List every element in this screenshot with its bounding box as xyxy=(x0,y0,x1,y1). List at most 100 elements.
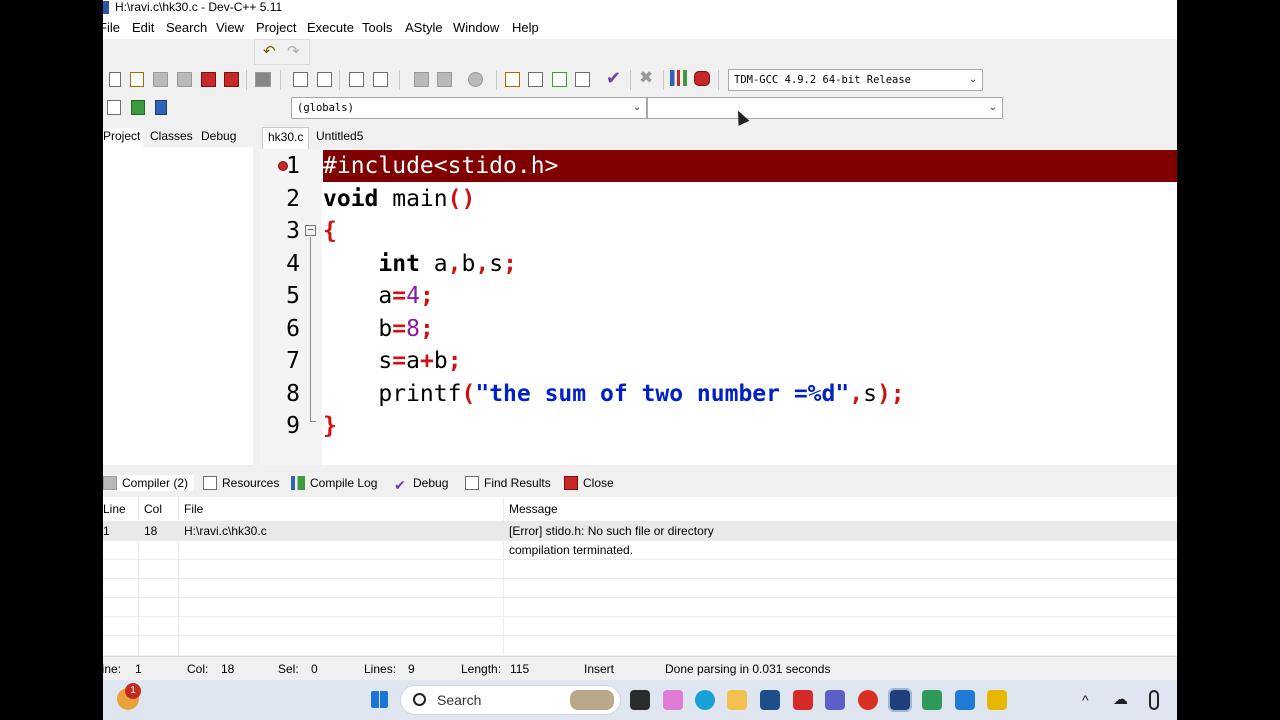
new-project-icon[interactable] xyxy=(505,72,520,87)
column-header-line[interactable]: Line xyxy=(103,501,126,517)
status-sel-label: Sel: xyxy=(278,662,299,676)
taskbar-search[interactable]: Search xyxy=(400,685,621,715)
copilot-icon[interactable] xyxy=(663,690,683,710)
tab-compiler[interactable]: Compiler (2) xyxy=(103,475,195,491)
chevron-down-icon: ⌄ xyxy=(632,102,642,113)
project-browser[interactable] xyxy=(103,147,253,465)
code-line[interactable]: { xyxy=(323,215,1177,247)
column-header-col[interactable]: Col xyxy=(144,501,162,517)
tab-debug-output[interactable]: ✔ Debug xyxy=(394,475,448,492)
snipping-tool-icon[interactable] xyxy=(987,690,1007,710)
tab-hk30-c[interactable]: hk30.c xyxy=(262,127,310,149)
teams-icon[interactable] xyxy=(825,690,845,710)
tile-icon[interactable] xyxy=(575,72,590,87)
menu-help[interactable]: Help xyxy=(512,20,539,36)
toggle-comment-icon[interactable] xyxy=(468,72,483,87)
status-line: 1 xyxy=(135,662,142,676)
code-line[interactable]: void main() xyxy=(323,183,1177,215)
save-all-icon[interactable] xyxy=(177,72,192,87)
replace-icon[interactable] xyxy=(317,72,332,87)
tab-untitled5[interactable]: Untitled5 xyxy=(311,127,368,145)
project-options-icon[interactable] xyxy=(552,72,567,87)
windows-start-icon[interactable] xyxy=(371,691,388,708)
column-header-file[interactable]: File xyxy=(184,501,203,517)
check-syntax-icon[interactable]: ✔ xyxy=(606,69,624,87)
stop-icon[interactable]: ✖ xyxy=(639,69,657,87)
code-line[interactable]: printf("the sum of two number =%d",s); xyxy=(323,378,1177,410)
scope-select-value: (globals) xyxy=(297,102,354,114)
menu-window[interactable]: Window xyxy=(453,20,499,36)
chart-icon[interactable] xyxy=(670,70,687,86)
goto-icon[interactable] xyxy=(131,100,145,115)
devcpp-taskbar-icon[interactable] xyxy=(888,688,912,712)
code-line[interactable]: int a,b,s; xyxy=(323,248,1177,280)
tab-project[interactable]: Project xyxy=(103,128,144,147)
tab-compile-log-label: Compile Log xyxy=(310,476,378,490)
menu-execute[interactable]: Execute xyxy=(307,20,354,36)
file-explorer-icon[interactable] xyxy=(727,690,747,710)
unindent-icon[interactable] xyxy=(437,72,452,87)
edge-icon[interactable] xyxy=(695,690,715,710)
scope-select[interactable]: (globals) ⌄ xyxy=(291,97,647,119)
menu-astyle[interactable]: AStyle xyxy=(405,20,443,36)
code-text: #include<stido.h> xyxy=(323,153,559,179)
profile-icon[interactable] xyxy=(694,71,710,86)
window-icon[interactable] xyxy=(528,72,543,87)
tab-debug[interactable]: Debug xyxy=(201,128,236,144)
code-line[interactable]: b=8; xyxy=(323,313,1177,345)
line-number: 5 xyxy=(286,283,300,309)
menu-project[interactable]: Project xyxy=(256,20,296,36)
tab-resources[interactable]: Resources xyxy=(203,475,279,491)
insert-icon[interactable] xyxy=(107,100,121,115)
line-number: 7 xyxy=(286,348,300,374)
print-icon[interactable] xyxy=(255,72,271,87)
goto-line-icon[interactable] xyxy=(349,72,364,87)
close-file-icon[interactable] xyxy=(201,72,216,87)
menu-tools[interactable]: Tools xyxy=(362,20,392,36)
menu-edit[interactable]: Edit xyxy=(132,20,154,36)
close-all-icon[interactable] xyxy=(224,72,239,87)
store-icon[interactable] xyxy=(760,690,780,710)
indent-icon[interactable] xyxy=(414,72,429,87)
table-row[interactable]: compilation terminated. xyxy=(103,540,1177,559)
tab-compile-log[interactable]: Compile Log xyxy=(291,475,377,491)
vscode-icon[interactable] xyxy=(955,690,975,710)
code-line[interactable]: } xyxy=(323,410,1177,442)
code-line[interactable]: a=4; xyxy=(323,280,1177,312)
window-title: H:\ravi.c\hk30.c - Dev-C++ 5.11 xyxy=(115,0,283,14)
code-editor[interactable]: 1 2 3 4 5 6 7 8 9 − #include<stido.h> vo… xyxy=(260,149,1177,465)
cell-message: compilation terminated. xyxy=(509,543,634,557)
tab-find-results-label: Find Results xyxy=(484,476,551,490)
line-gutter: 1 2 3 4 5 6 7 8 9 − xyxy=(260,149,322,465)
cloud-offline-icon[interactable]: ☁ xyxy=(1113,690,1133,710)
wps-office-icon[interactable] xyxy=(793,690,813,710)
code-line-error[interactable]: #include<stido.h> xyxy=(323,150,1177,182)
chrome-icon[interactable] xyxy=(858,690,878,710)
column-header-message[interactable]: Message xyxy=(509,501,558,517)
chevron-up-icon[interactable]: ^ xyxy=(1082,690,1096,710)
task-view-icon[interactable] xyxy=(630,690,650,710)
tab-find-results[interactable]: Find Results xyxy=(465,475,551,491)
table-row[interactable]: 1 18 H:\ravi.c\hk30.c [Error] stido.h: N… xyxy=(103,521,1177,540)
find-icon[interactable] xyxy=(293,72,308,87)
menu-search[interactable]: Search xyxy=(166,20,207,36)
tab-classes[interactable]: Classes xyxy=(150,128,193,144)
fold-collapse-icon[interactable]: − xyxy=(305,224,316,236)
save-icon[interactable] xyxy=(153,72,168,87)
code-line[interactable]: s=a+b; xyxy=(323,345,1177,377)
menu-file[interactable]: File xyxy=(103,20,120,36)
microphone-icon[interactable] xyxy=(1149,690,1159,710)
undo-icon[interactable]: ↶ xyxy=(263,43,281,61)
compiler-select[interactable]: TDM-GCC 4.9.2 64-bit Release ⌄ xyxy=(728,69,983,91)
book-icon[interactable] xyxy=(155,100,167,115)
open-file-icon[interactable] xyxy=(130,72,144,87)
menu-view[interactable]: View xyxy=(216,20,244,36)
member-select[interactable]: ⌄ xyxy=(647,97,1003,119)
tab-close[interactable]: Close xyxy=(564,475,614,491)
redo-icon[interactable]: ↷ xyxy=(287,43,305,61)
notepad-icon[interactable] xyxy=(922,690,942,710)
status-line-label: Line: xyxy=(103,662,122,676)
new-file-icon[interactable] xyxy=(109,72,121,87)
bookmark-icon[interactable] xyxy=(373,72,388,87)
status-insert-mode: Insert xyxy=(584,662,615,676)
